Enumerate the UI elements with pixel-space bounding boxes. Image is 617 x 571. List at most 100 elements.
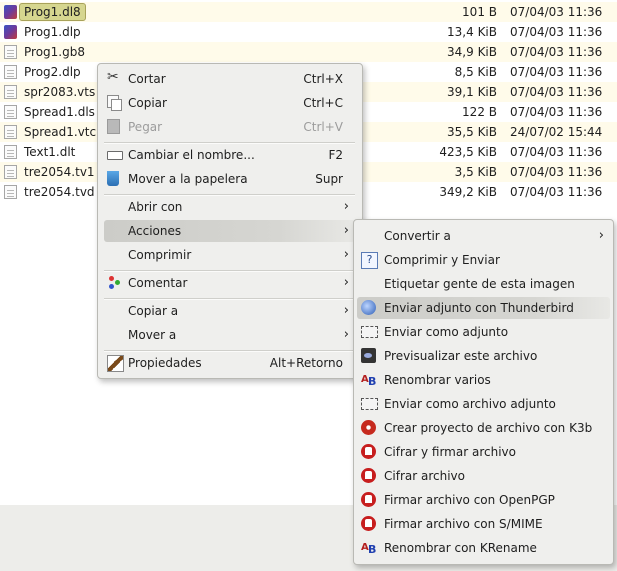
envelope-icon [361,398,378,410]
menu-item-label: Cortar [128,72,166,86]
menu-item-copy-to[interactable]: Copiar a › [104,300,355,322]
file-date: 07/04/03 11:36 [510,45,603,59]
menu-item-label: Convertir a [384,229,451,243]
file-size: 122 B [462,105,497,119]
menu-item-label: Mover a la papelera [128,172,248,186]
file-name[interactable]: Prog1.gb8 [24,45,85,59]
menu-item-shortcut: Ctrl+X [303,72,343,86]
menu-item-shortcut: Alt+Retorno [269,356,343,370]
preview-icon [361,348,376,363]
menu-item-label: Comprimir y Enviar [384,253,500,267]
menu-item-label: Cambiar el nombre... [128,148,255,162]
submenu-item-tag-people[interactable]: Etiquetar gente de esta imagen [357,273,610,295]
menu-item-paste[interactable]: Pegar Ctrl+V [104,116,355,138]
rename-ab-icon: A [361,540,376,557]
file-date: 07/04/03 11:36 [510,105,603,119]
submenu-item-thunderbird[interactable]: Enviar adjunto con Thunderbird [357,297,610,319]
file-name[interactable]: Prog1.dlp [24,25,81,39]
document-icon [4,185,17,199]
menu-item-rename[interactable]: Cambiar el nombre... F2 [104,144,355,166]
document-icon [4,85,17,99]
thunderbird-icon [361,300,376,315]
file-row[interactable]: Prog1.dlp 13,4 KiB 07/04/03 11:36 [0,22,617,42]
menu-item-label: Comentar [128,276,188,290]
file-name[interactable]: spr2083.vts [24,85,95,99]
menu-item-label: Renombrar varios [384,373,491,387]
chevron-right-icon: › [343,327,349,342]
menu-item-label: Abrir con [128,200,183,214]
submenu-item-preview[interactable]: Previsualizar este archivo [357,345,610,367]
submenu-item-sign-openpgp[interactable]: Firmar archivo con OpenPGP [357,489,610,511]
chevron-right-icon: › [343,303,349,318]
document-icon [4,145,17,159]
file-row[interactable]: Prog1.gb8 34,9 KiB 07/04/03 11:36 [0,42,617,62]
menu-item-label: Renombrar con KRename [384,541,537,555]
file-date: 07/04/03 11:36 [510,165,603,179]
submenu-item-rename-multiple[interactable]: A Renombrar varios [357,369,610,391]
menu-item-label: Firmar archivo con OpenPGP [384,493,555,507]
copy-icon [107,95,122,111]
paste-icon [107,119,120,134]
file-name[interactable]: Prog1.dl8 [19,3,86,21]
menu-item-label: Acciones [128,224,182,238]
file-name[interactable]: tre2054.tv1 [24,165,95,179]
file-size: 3,5 KiB [454,165,497,179]
file-row[interactable]: Prog1.dl8 101 B 07/04/03 11:36 [0,2,617,22]
file-name[interactable]: Spread1.vtc [24,125,96,139]
submenu-item-convert-to[interactable]: Convertir a › [357,225,610,247]
file-date: 07/04/03 11:36 [510,85,603,99]
file-size: 35,5 KiB [447,125,497,139]
submenu-item-compress-send[interactable]: ? Comprimir y Enviar [357,249,610,271]
chevron-right-icon: › [343,199,349,214]
file-size: 8,5 KiB [454,65,497,79]
submenu-item-k3b[interactable]: Crear proyecto de archivo con K3b [357,417,610,439]
file-name[interactable]: Text1.dlt [24,145,75,159]
file-name[interactable]: tre2054.tvd [24,185,95,199]
menu-item-label: Cifrar archivo [384,469,465,483]
app-icon [4,5,17,19]
submenu-item-encrypt[interactable]: Cifrar archivo [357,465,610,487]
menu-item-properties[interactable]: Propiedades Alt+Retorno [104,352,355,374]
menu-item-label: Cifrar y firmar archivo [384,445,516,459]
help-icon: ? [361,252,378,269]
file-date: 07/04/03 11:36 [510,185,603,199]
kgpg-icon [361,492,376,507]
menu-item-copy[interactable]: Copiar Ctrl+C [104,92,355,114]
file-date: 24/07/02 15:44 [510,125,603,139]
menu-item-label: Enviar como adjunto [384,325,509,339]
menu-item-cut[interactable]: Cortar Ctrl+X [104,68,355,90]
file-size: 423,5 KiB [439,145,497,159]
menu-item-label: Firmar archivo con S/MIME [384,517,543,531]
submenu-item-sign-smime[interactable]: Firmar archivo con S/MIME [357,513,610,535]
file-name[interactable]: Prog2.dlp [24,65,81,79]
menu-item-label: Enviar adjunto con Thunderbird [384,301,574,315]
submenu-item-send-file-attachment[interactable]: Enviar como archivo adjunto [357,393,610,415]
menu-item-shortcut: Supr [315,172,343,186]
menu-item-move-to-trash[interactable]: Mover a la papelera Supr [104,168,355,190]
properties-icon [107,355,124,372]
file-name[interactable]: Spread1.dls [24,105,95,119]
file-size: 101 B [462,5,497,19]
menu-item-compress[interactable]: Comprimir › [104,244,355,266]
submenu-item-encrypt-sign[interactable]: Cifrar y firmar archivo [357,441,610,463]
chevron-right-icon: › [343,275,349,290]
menu-item-label: Comprimir [128,248,192,262]
chevron-right-icon: › [598,228,604,243]
file-date: 07/04/03 11:36 [510,5,603,19]
envelope-icon [361,326,378,338]
context-menu: Cortar Ctrl+X Copiar Ctrl+C Pegar Ctrl+V… [97,63,363,379]
chevron-right-icon: › [343,223,349,238]
document-icon [4,65,17,79]
file-size: 349,2 KiB [439,185,497,199]
menu-item-label: Previsualizar este archivo [384,349,538,363]
submenu-item-krename[interactable]: A Renombrar con KRename [357,537,610,559]
file-date: 07/04/03 11:36 [510,145,603,159]
menu-item-comment[interactable]: Comentar › [104,272,355,294]
menu-item-move-to[interactable]: Mover a › [104,324,355,346]
menu-item-label: Etiquetar gente de esta imagen [384,277,575,291]
actions-submenu: Convertir a › ? Comprimir y Enviar Etiqu… [353,219,614,565]
submenu-item-send-attachment[interactable]: Enviar como adjunto [357,321,610,343]
menu-item-actions[interactable]: Acciones › [104,220,355,242]
menu-item-open-with[interactable]: Abrir con › [104,196,355,218]
chevron-right-icon: › [343,247,349,262]
